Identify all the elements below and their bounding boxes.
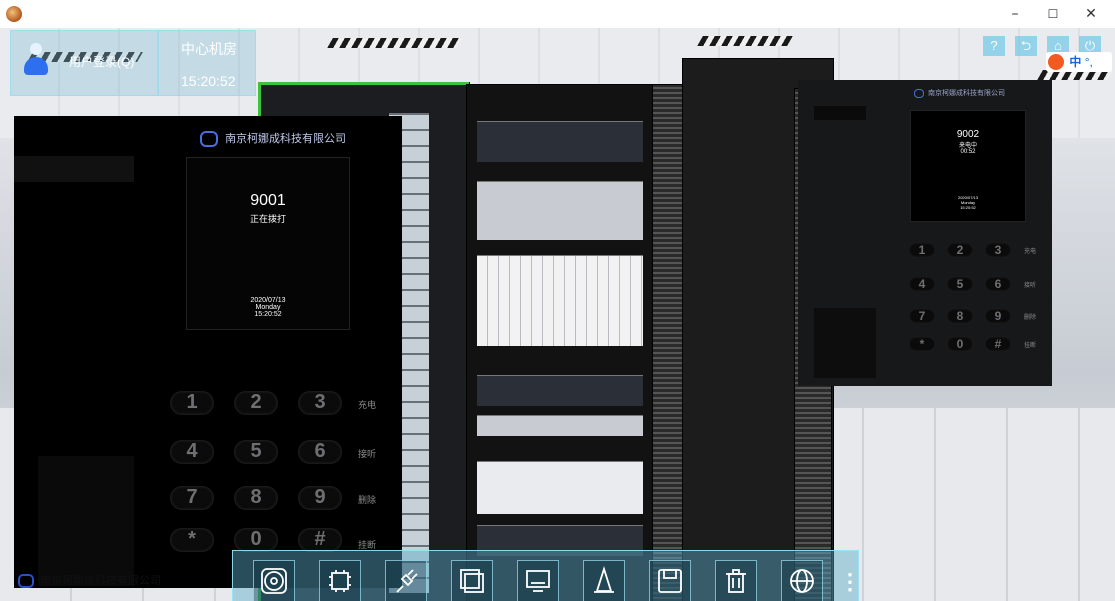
screen-clock: 15:20:52	[254, 311, 282, 318]
key-7[interactable]: 7	[908, 308, 936, 324]
fan-icon[interactable]	[253, 560, 295, 601]
key-0[interactable]: 0	[234, 528, 278, 552]
cabinet-side-panel	[652, 84, 684, 601]
key-6[interactable]: 6	[298, 440, 342, 464]
screen-date: 2020/07/13	[250, 297, 286, 304]
card-slot	[38, 456, 134, 586]
key-delete[interactable]: 删除	[1024, 312, 1036, 321]
key-9[interactable]: 9	[298, 486, 342, 510]
key-9[interactable]: 9	[984, 308, 1012, 324]
save-icon[interactable]	[649, 560, 691, 601]
dial-status: 正在拨打	[249, 214, 286, 224]
router-unit[interactable]	[477, 461, 643, 514]
switch-unit[interactable]	[477, 375, 643, 406]
ime-indicator[interactable]: 中 °,	[1046, 52, 1112, 72]
key-1[interactable]: 1	[908, 242, 936, 258]
phone-left-screen: 9001 正在拨打 2020/07/13 Monday 15:20:52	[186, 157, 350, 330]
key-0[interactable]: 0	[946, 336, 974, 352]
return-icon[interactable]: ⮌	[1015, 36, 1037, 56]
key-hangup[interactable]: 挂断	[1024, 340, 1036, 349]
user-login-label[interactable]: 用户登录(Q)	[69, 53, 134, 70]
ceiling-light	[697, 36, 793, 46]
machine-room-scene[interactable]: 用户登录(Q) 中心机房 15:20:52 ? ⮌ ⌂ ⏻ 中 °, 南京柯娜成…	[0, 28, 1115, 601]
room-name: 中心机房	[181, 41, 237, 57]
key-charge[interactable]: 充电	[1024, 246, 1036, 255]
call-duration: 00:52	[960, 149, 976, 155]
handset-slot	[14, 156, 134, 182]
fan-unit[interactable]	[477, 121, 643, 162]
key-charge[interactable]: 充电	[358, 398, 376, 411]
phone-right-company: 南京柯娜成科技有限公司	[914, 88, 1005, 98]
company-logo-icon	[18, 574, 34, 589]
maximize-button[interactable]: ☐	[1038, 4, 1068, 24]
key-4[interactable]: 4	[908, 276, 936, 292]
server-cabinet[interactable]	[466, 84, 654, 601]
cone-icon[interactable]	[583, 560, 625, 601]
window-titlebar: – ☐ ✕	[0, 0, 1115, 28]
shelf-unit[interactable]	[477, 415, 643, 436]
chip-icon[interactable]	[319, 560, 361, 601]
key-3[interactable]: 3	[984, 242, 1012, 258]
call-status: 来电中	[958, 143, 977, 149]
company-logo-icon	[914, 88, 924, 98]
close-button[interactable]: ✕	[1076, 4, 1106, 24]
ime-logo-icon	[1048, 54, 1064, 70]
footer-company-logo: 南京柯娜成科技有限公司	[18, 572, 161, 589]
ceiling-light	[327, 38, 463, 48]
phone-right[interactable]: 南京柯娜成科技有限公司 9002 来电中 00:52 2020/07/13 Mo…	[798, 80, 1052, 386]
app-icon	[6, 6, 22, 22]
key-8[interactable]: 8	[234, 486, 278, 510]
patch-unit[interactable]	[477, 181, 643, 240]
minimize-button[interactable]: –	[1000, 4, 1030, 24]
clock-time: 15:20:52	[181, 73, 236, 89]
key-3[interactable]: 3	[298, 391, 342, 415]
key-answer[interactable]: 接听	[358, 447, 376, 460]
layer-icon[interactable]	[451, 560, 493, 601]
card-slot	[814, 308, 876, 378]
screen-clock: 15:20:52	[960, 205, 976, 210]
key-5[interactable]: 5	[234, 440, 278, 464]
company-logo-icon	[200, 131, 218, 148]
trash-icon[interactable]	[715, 560, 757, 601]
phone-left-company: 南京柯娜成科技有限公司	[200, 130, 346, 148]
help-icon[interactable]: ?	[983, 36, 1005, 56]
key-6[interactable]: 6	[984, 276, 1012, 292]
key-5[interactable]: 5	[946, 276, 974, 292]
key-2[interactable]: 2	[234, 391, 278, 415]
key-answer[interactable]: 接听	[1024, 280, 1036, 289]
screen-weekday: Monday	[255, 304, 281, 311]
more-menu-icon[interactable]: ⋮	[839, 569, 861, 595]
user-login-panel[interactable]: 用户登录(Q)	[10, 30, 158, 96]
key-star[interactable]: *	[908, 336, 936, 352]
dial-number: 9001	[250, 192, 286, 209]
globe-icon[interactable]	[781, 560, 823, 601]
key-delete[interactable]: 删除	[358, 493, 376, 506]
bottom-toolbar: ⋮	[232, 550, 861, 601]
phone-right-screen: 9002 来电中 00:52 2020/07/13 Monday 15:20:5…	[910, 110, 1026, 222]
key-hash[interactable]: #	[984, 336, 1012, 352]
card-chassis[interactable]	[477, 255, 643, 346]
key-8[interactable]: 8	[946, 308, 974, 324]
plug-icon[interactable]	[385, 560, 427, 601]
handset-slot	[814, 106, 866, 120]
key-1[interactable]: 1	[170, 391, 214, 415]
monitor-icon[interactable]	[517, 560, 559, 601]
key-4[interactable]: 4	[170, 440, 214, 464]
key-2[interactable]: 2	[946, 242, 974, 258]
room-time-panel: 中心机房 15:20:52	[158, 30, 256, 96]
phone-left[interactable]: 南京柯娜成科技有限公司 9001 正在拨打 2020/07/13 Monday …	[14, 116, 402, 588]
key-7[interactable]: 7	[170, 486, 214, 510]
key-star[interactable]: *	[170, 528, 214, 552]
user-icon	[21, 41, 51, 85]
key-hash[interactable]: #	[298, 528, 342, 552]
call-number: 9002	[956, 129, 980, 140]
